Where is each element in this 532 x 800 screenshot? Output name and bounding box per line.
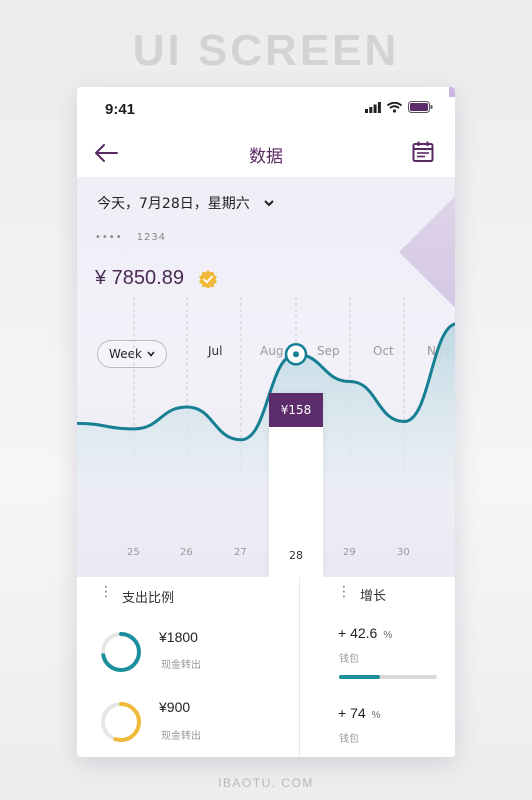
calendar-icon[interactable] [411,140,435,164]
chart-x-tick[interactable]: 26 [180,547,193,558]
growth-value-1-number: + 42.6 [338,625,378,641]
battery-icon [408,101,433,113]
status-time: 9:41 [105,101,136,118]
nav-bar: 数据 [77,131,455,177]
page-title: 数据 [249,147,283,167]
date-label: 今天，7月28日，星期六 [97,196,250,212]
chart-x-tick[interactable]: 27 [234,547,247,558]
signal-icon [365,101,381,113]
growth-value-2-number: + 74 [338,705,366,721]
expense-amount-2: ¥900 [159,699,191,715]
chart-x-tick[interactable]: 29 [343,547,356,558]
balance-chart [77,297,455,487]
status-bar: 9:41 [77,87,455,131]
chart-tooltip: ¥158 [269,393,323,427]
expense-amount-1: ¥1800 [159,629,198,645]
drag-handle-icon[interactable]: ⋮ [337,585,351,599]
growth-value-2: + 74% [338,705,381,721]
stats-panels: ⋮ 支出比例 ¥1800 现金转出 ¥900 现金转出 ⋮ 增长 + 42.6%… [77,577,455,757]
page-footer: IBAOTU. COM [218,776,314,790]
expense-ring-2 [101,702,141,742]
growth-value-2-unit: % [371,710,381,721]
growth-title: 增长 [360,589,387,604]
chart-x-tick[interactable]: 25 [127,547,140,558]
wifi-icon [387,101,402,113]
active-day-label[interactable]: 28 [269,549,323,562]
date-selector[interactable]: 今天，7月28日，星期六 [97,193,274,213]
chevron-down-icon [264,199,274,206]
expense-label-1: 现金转出 [161,660,201,671]
status-icons [365,101,433,113]
phone-screen: 9:41 数据 今天，7月28日，星期六 •••• 1234 ¥ 7850.89… [77,87,455,757]
page-banner: UI SCREEN [132,26,400,75]
drag-handle-icon[interactable]: ⋮ [99,585,113,599]
chart-x-tick[interactable]: 30 [397,547,410,558]
growth-value-1-unit: % [383,630,393,641]
card-mask: •••• [95,232,123,243]
card-last4: 1234 [136,232,167,243]
panel-divider [299,577,300,757]
expense-label-2: 现金转出 [161,731,201,742]
growth-progress-1-fill [339,675,381,679]
growth-value-1: + 42.6% [338,625,392,641]
card-number: •••• 1234 [95,232,166,243]
verified-badge-icon [198,269,217,289]
growth-label-2: 钱包 [339,734,359,745]
expense-ring-1 [101,632,141,672]
growth-progress-1 [339,675,437,679]
growth-label-1: 钱包 [339,654,359,665]
expense-title: 支出比例 [122,591,175,606]
